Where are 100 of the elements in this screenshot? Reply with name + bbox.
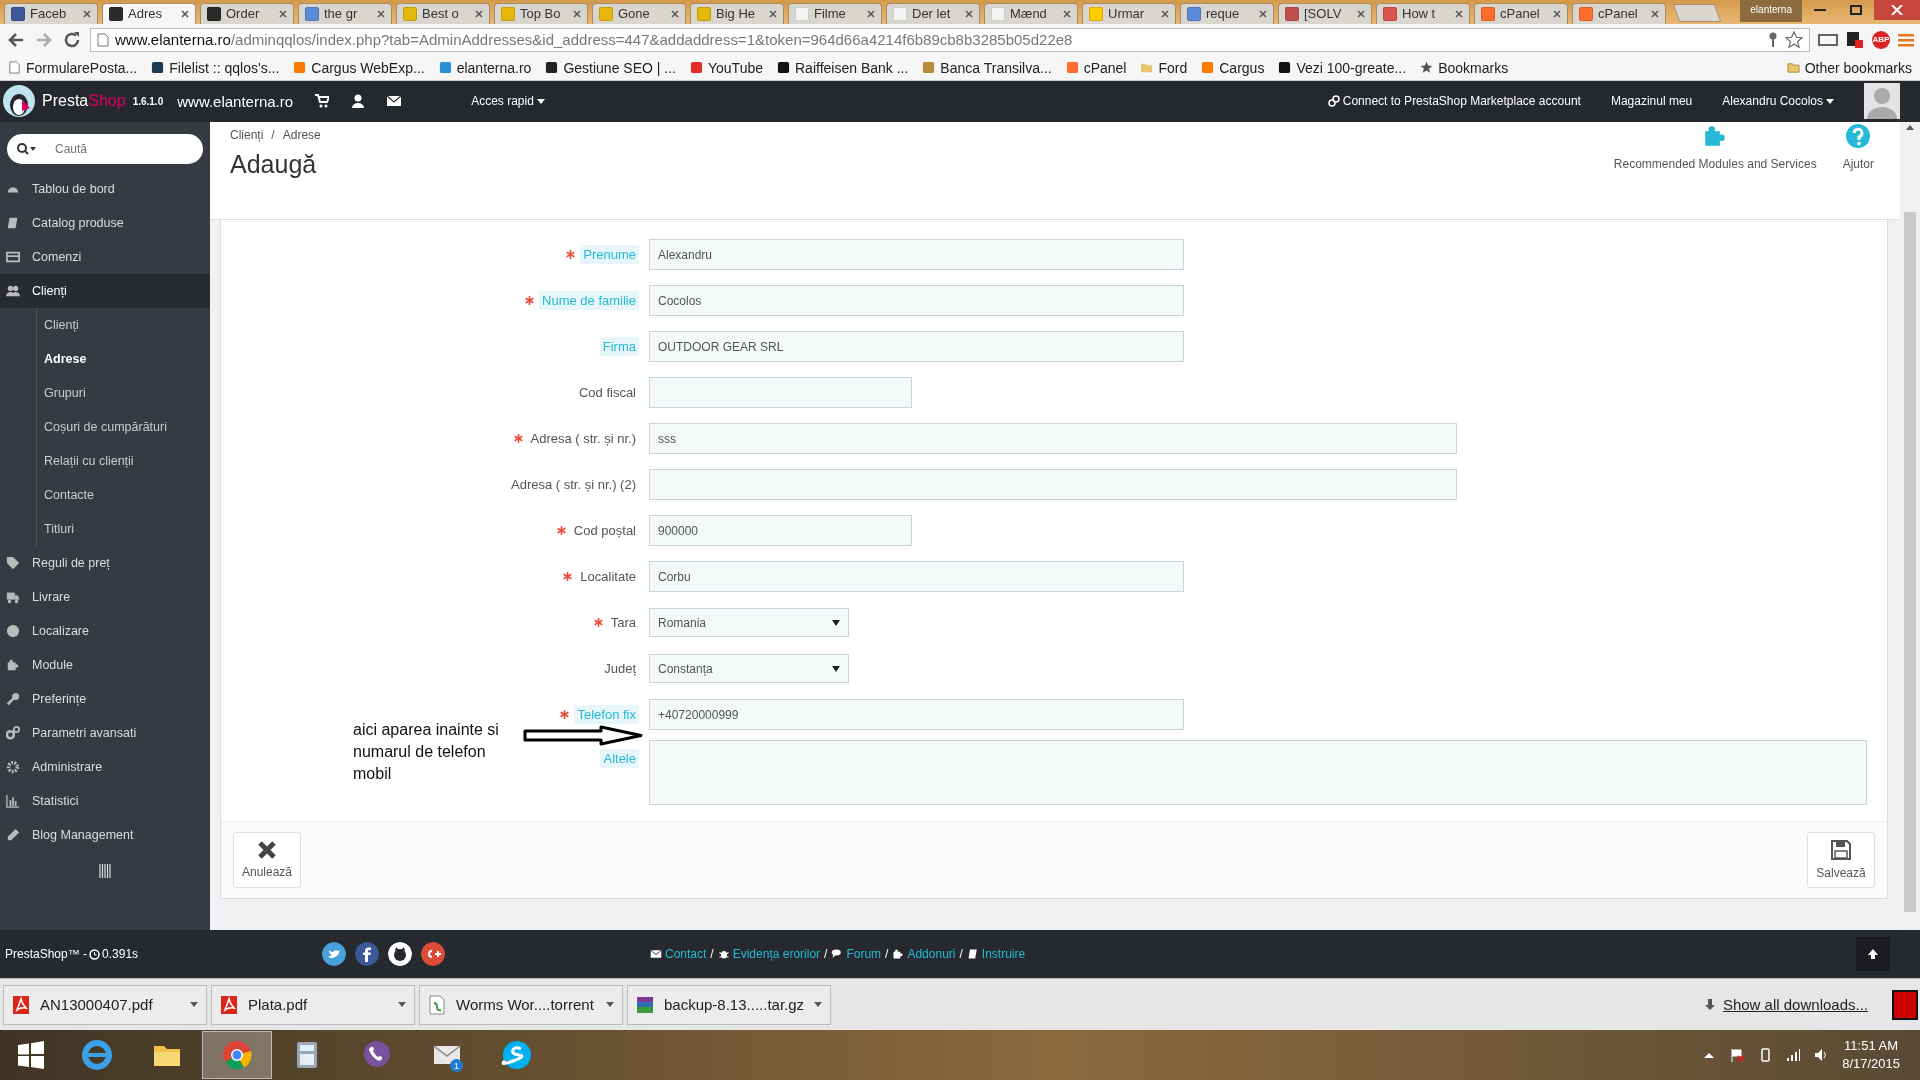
close-icon[interactable] (1259, 10, 1267, 18)
close-button[interactable] (1874, 0, 1920, 20)
browser-tab[interactable]: Best o (396, 3, 490, 24)
menu-item[interactable]: Comenzi (0, 239, 210, 274)
bookmark[interactable]: Cargus (1201, 59, 1265, 76)
save-button[interactable]: Salvează (1807, 831, 1875, 888)
input-field[interactable] (649, 377, 912, 409)
input-field[interactable]: sss (649, 423, 1457, 455)
bookmark[interactable]: Gestiune SEO | ... (545, 59, 676, 76)
browser-tab[interactable]: Mænd (984, 3, 1078, 24)
toolbar-button[interactable]: Ajutor (1836, 121, 1880, 172)
shop-link[interactable]: Magazinul meu (1610, 94, 1693, 109)
browser-tab[interactable]: Top Bo (494, 3, 588, 24)
browser-tab[interactable]: Filme (788, 3, 882, 24)
download-item[interactable]: AN13000407.pdf (3, 984, 207, 1025)
quick-access-menu[interactable]: Acces rapid (471, 94, 545, 109)
bird-icon[interactable] (322, 942, 346, 967)
menu-item[interactable]: Tablou de bord (0, 171, 210, 206)
bookmark[interactable]: YouTube (689, 59, 763, 76)
shop-link[interactable]: www.elanterna.ro (177, 92, 294, 110)
close-icon[interactable] (83, 10, 91, 18)
browser-tab[interactable]: reque (1180, 3, 1274, 24)
bookmark[interactable]: Cargus WebExp... (293, 59, 425, 76)
menu-item[interactable]: Livrare (0, 579, 210, 614)
input-field[interactable]: 900000 (649, 515, 912, 547)
employee-menu[interactable]: Alexandru Cocolos (1722, 94, 1834, 109)
menu-item[interactable]: Clienți (0, 273, 210, 308)
dropdown[interactable]: Romania (649, 608, 849, 638)
adblock-button[interactable]: ABP (1872, 30, 1890, 49)
caret-icon[interactable] (814, 1002, 822, 1008)
browser-tab[interactable]: Urmar (1082, 3, 1176, 24)
user-icon[interactable] (351, 94, 366, 109)
browser-tab[interactable]: the gr (298, 3, 392, 24)
close-icon[interactable] (181, 10, 189, 18)
footer-link[interactable]: Instruire (966, 947, 1026, 962)
footer-link[interactable]: Evidența erorilor (717, 947, 821, 962)
caret-icon[interactable] (190, 1002, 198, 1008)
close-icon[interactable] (867, 10, 875, 18)
browser-tab[interactable]: Faceb (4, 3, 98, 24)
submenu-item[interactable]: Relații cu clienții (37, 443, 207, 478)
menu-item[interactable]: Statistici (0, 783, 210, 818)
show-all-downloads-link[interactable]: Show all downloads... (1704, 996, 1868, 1014)
close-icon[interactable] (1455, 10, 1463, 18)
close-icon[interactable] (279, 10, 287, 18)
bookmark[interactable]: cPanel (1065, 59, 1127, 76)
close-icon[interactable] (573, 10, 581, 18)
caret-icon[interactable] (398, 1002, 406, 1008)
bookmark[interactable]: Bookmarks (1420, 59, 1509, 76)
taskbar-app[interactable]: 1 (412, 1031, 482, 1079)
footer-link[interactable]: Contact (650, 947, 707, 962)
flag-icon[interactable] (1730, 1048, 1745, 1062)
menu-item[interactable]: Localizare (0, 613, 210, 648)
browser-tab[interactable]: Adres (102, 3, 196, 24)
close-icon[interactable] (1063, 10, 1071, 18)
browser-tab[interactable]: Der let (886, 3, 980, 24)
search-icon[interactable] (17, 142, 37, 155)
menu-item[interactable]: Administrare (0, 749, 210, 784)
submenu-item[interactable]: Grupuri (37, 375, 207, 410)
bookmark[interactable]: Filelist :: qqlos's... (151, 59, 280, 76)
logo-icon[interactable] (2, 84, 36, 119)
scroll-top-button[interactable] (1856, 937, 1890, 972)
profile-name[interactable]: elanterna (1740, 0, 1802, 22)
menu-item[interactable]: Preferințe (0, 681, 210, 716)
reload-icon[interactable] (62, 29, 82, 50)
breadcrumb-link[interactable]: Clienți (230, 127, 264, 142)
collapse-icon[interactable] (99, 863, 111, 878)
close-icon[interactable] (671, 10, 679, 18)
input-field[interactable]: OUTDOOR GEAR SRL (649, 331, 1184, 363)
browser-tab[interactable]: [SOLV (1278, 3, 1372, 24)
bookmark[interactable]: elanterna.ro (438, 59, 532, 76)
bookmark[interactable]: Vezi 100-greate... (1278, 59, 1407, 76)
browser-tab[interactable]: How t (1376, 3, 1470, 24)
bookmark-folder[interactable]: Other bookmarks (1786, 59, 1912, 76)
caret-icon[interactable] (606, 1002, 614, 1008)
footer-link[interactable]: Addonuri (892, 947, 956, 962)
cat-icon[interactable] (388, 942, 412, 967)
close-icon[interactable] (1651, 10, 1659, 18)
menu-icon[interactable] (1898, 32, 1914, 47)
submenu-item[interactable]: Titluri (37, 511, 207, 546)
letter-f-icon[interactable] (355, 942, 379, 967)
address-bar[interactable]: www.elanterna.ro/adminqqlos/index.php?tab=AdminAddresses&id_address=447&addaddress=1&token=964d66a4214f6b89cb8b3285b05d22e8 (90, 27, 1810, 52)
browser-tab[interactable]: Gone (592, 3, 686, 24)
menu-item[interactable]: Parametri avansati (0, 715, 210, 750)
clock[interactable]: 11:51 AM 8/17/2015 (1842, 1037, 1900, 1073)
browser-tab[interactable]: Big He (690, 3, 784, 24)
close-icon[interactable] (965, 10, 973, 18)
envelope-icon[interactable] (387, 94, 402, 109)
close-icon[interactable] (1357, 10, 1365, 18)
browser-tab[interactable]: Order (200, 3, 294, 24)
speaker-icon[interactable] (1814, 1048, 1829, 1062)
menu-item[interactable]: Catalog produse (0, 205, 210, 240)
download-item[interactable]: Plata.pdf (211, 984, 415, 1025)
bookmark[interactable]: Banca Transilva... (922, 59, 1052, 76)
browser-tab[interactable]: cPanel (1474, 3, 1568, 24)
close-icon[interactable] (377, 10, 385, 18)
input-field[interactable]: Alexandru (649, 239, 1184, 271)
extension-icon[interactable] (1846, 30, 1864, 49)
marketplace-link[interactable]: Connect to PrestaShop Marketplace account (1327, 94, 1581, 109)
bookmark[interactable]: Ford (1140, 59, 1188, 76)
cast-icon[interactable] (1818, 32, 1838, 47)
